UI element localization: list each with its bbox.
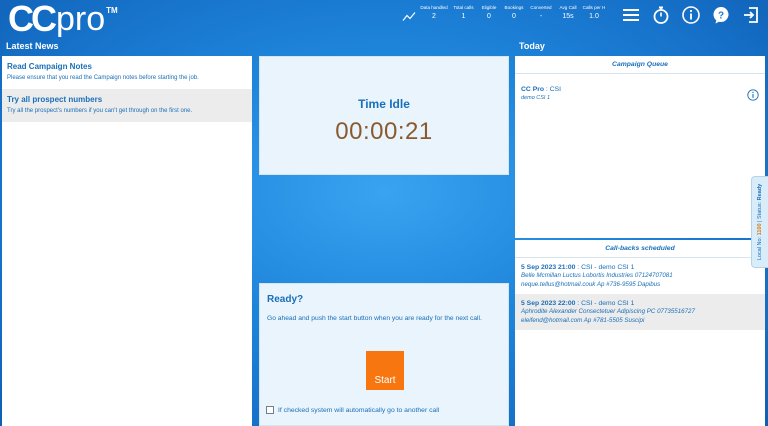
callbacks-header: Call-backs scheduled [515, 240, 765, 258]
campaign-queue-panel: Campaign Queue CC Pro : CSI demo CSI 1 [515, 56, 765, 238]
stat-avg-call: Avg Call 15s [555, 5, 581, 25]
logo-tm-text: TM [106, 6, 118, 15]
stat-bookings: Bookings 0 [501, 5, 527, 25]
callback-contact: Belle Mcmillan Luctus Lobortis Industrie… [521, 272, 673, 279]
stat-value: 0 [512, 13, 516, 20]
stat-value: 2 [432, 13, 436, 20]
callback-item[interactable]: 5 Sep 2023 22:00 : CSI - demo CSI 1 Aphr… [515, 294, 765, 330]
campaign-type: : CSI [544, 86, 562, 93]
campaign-queue-sub: demo CSI 1 [521, 95, 551, 101]
trend-icon [402, 12, 416, 21]
local-extension: 1100 [757, 223, 763, 236]
callback-datetime-line: 5 Sep 2023 22:00 : CSI - demo CSI 1 [521, 300, 759, 307]
agent-status: Ready [757, 183, 763, 201]
stat-eligible: Eligible 0 [477, 5, 501, 25]
stat-value: - [539, 13, 543, 20]
status-tab-text: Local No: 1100 | Status: Ready [757, 184, 763, 260]
stat-value: 15s [562, 13, 574, 20]
campaign-queue-item[interactable]: CC Pro : CSI demo CSI 1 [515, 74, 765, 107]
stat-total-calls: Total calls 1 [450, 5, 477, 25]
callback-address: neque.tellus@hotmail.couk Ap #736-9595 D… [521, 281, 661, 288]
news-item: Try all prospect numbers Try all the pro… [2, 89, 252, 122]
news-body: Try all the prospect's numbers if you ca… [7, 108, 193, 114]
auto-next-call-row[interactable]: If checked system will automatically go … [266, 406, 439, 414]
callback-contact: Aphrodite Alexander Consectetuer Adipisc… [521, 308, 695, 315]
callback-campaign: : CSI - demo CSI 1 [575, 264, 635, 271]
status-tab[interactable]: Local No: 1100 | Status: Ready [751, 176, 768, 268]
campaign-queue-name: CC Pro : CSI [521, 86, 759, 93]
auto-next-call-checkbox[interactable] [266, 406, 274, 414]
campaign-name: CC Pro [521, 86, 545, 93]
news-body: Please ensure that you read the Campaign… [7, 75, 199, 81]
callback-item[interactable]: 5 Sep 2023 21:00 : CSI - demo CSI 1 Bell… [515, 258, 765, 294]
news-title: Try all prospect numbers [7, 95, 103, 104]
top-icon-bar: ? [612, 4, 762, 26]
stat-calls-per-hour: Calls per H 1.0 [581, 5, 607, 25]
start-button[interactable]: Start [366, 351, 404, 390]
ready-text: Go ahead and push the start button when … [267, 315, 482, 322]
logo-cc-text: CC [8, 0, 57, 39]
status-separator: | Status: [757, 200, 763, 224]
top-bar: CC pro TM Data handled 2 Total calls 1 E… [0, 0, 768, 38]
stopwatch-icon[interactable] [650, 4, 672, 26]
time-idle-counter: 00:00:21 [335, 118, 433, 145]
local-number-label: Local No: [757, 235, 763, 261]
news-panel: Read Campaign Notes Please ensure that y… [2, 56, 252, 426]
stat-converted: Converted - [527, 5, 555, 25]
menu-icon[interactable] [620, 4, 642, 26]
stats-bar: Data handled 2 Total calls 1 Eligible 0 … [402, 5, 607, 25]
stat-value: 0 [487, 13, 491, 20]
ready-title: Ready? [267, 294, 304, 305]
callback-address: eleifend@hotmail.com Ap #781-5505 Suscip… [521, 317, 645, 324]
news-title: Read Campaign Notes [7, 62, 92, 71]
stat-data-handled: Data handled 2 [418, 5, 450, 25]
ready-card: Ready? Go ahead and push the start butto… [259, 283, 509, 426]
info-icon[interactable] [680, 4, 702, 26]
auto-next-call-label[interactable]: If checked system will automatically go … [278, 407, 439, 414]
stat-value: 1.0 [589, 13, 599, 20]
svg-text:?: ? [718, 11, 724, 22]
campaign-info-icon[interactable] [747, 89, 759, 101]
logout-icon[interactable] [740, 4, 762, 26]
time-idle-title: Time Idle [358, 97, 410, 111]
logo-pro-text: pro [56, 0, 106, 38]
time-idle-card: Time Idle 00:00:21 [259, 56, 509, 175]
callback-campaign: : CSI - demo CSI 1 [575, 300, 635, 307]
campaign-queue-header: Campaign Queue [515, 56, 765, 74]
today-title: Today [519, 41, 545, 51]
help-icon[interactable]: ? [710, 4, 732, 26]
ccpro-logo: CC pro TM [8, 0, 118, 39]
stat-value: 1 [461, 13, 466, 20]
callback-date: 5 Sep 2023 22:00 [521, 300, 576, 307]
callbacks-panel: Call-backs scheduled 5 Sep 2023 21:00 : … [515, 240, 765, 426]
latest-news-title: Latest News [6, 41, 59, 51]
callback-date: 5 Sep 2023 21:00 [521, 264, 576, 271]
callback-datetime-line: 5 Sep 2023 21:00 : CSI - demo CSI 1 [521, 264, 759, 271]
news-item: Read Campaign Notes Please ensure that y… [2, 56, 252, 89]
